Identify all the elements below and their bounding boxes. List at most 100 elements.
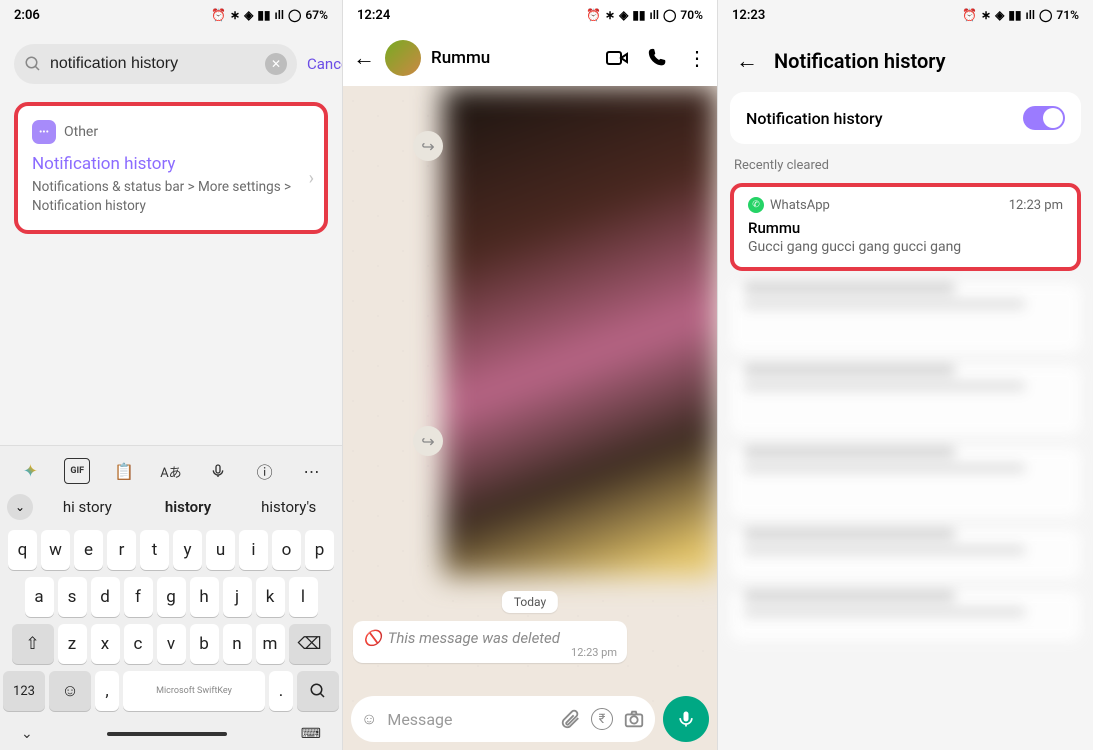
mic-button[interactable]	[663, 696, 709, 742]
status-time: 2:06	[14, 8, 40, 23]
key-r[interactable]: r	[107, 530, 136, 570]
chat-body[interactable]: ↪ ↪ Today 🚫 This message was deleted 12:…	[343, 86, 717, 750]
key-z[interactable]: z	[58, 624, 87, 664]
suggestion-2[interactable]: history	[142, 498, 235, 516]
numbers-key[interactable]: 123	[3, 671, 45, 711]
toggle-switch[interactable]	[1023, 106, 1065, 130]
status-bar: 12:23 ⏰ ∗ ◈ ▮▮ ıll ◯ 71%	[718, 0, 1093, 30]
notification-card-whatsapp[interactable]: ✆ WhatsApp 12:23 pm Rummu Gucci gang guc…	[730, 183, 1081, 271]
key-w[interactable]: w	[41, 530, 70, 570]
key-j[interactable]: j	[223, 577, 252, 617]
bluetooth-icon: ∗	[981, 8, 991, 22]
space-key[interactable]: Microsoft SwiftKey	[123, 671, 265, 711]
clear-search-button[interactable]: ✕	[265, 53, 287, 75]
forward-icon[interactable]: ↪	[413, 426, 443, 456]
status-icons: ⏰ ∗ ◈ ▮▮ ıll ◯ 70%	[586, 8, 703, 22]
signal-icon: ▮▮	[257, 8, 270, 22]
signal2-icon: ıll	[650, 8, 659, 22]
key-l[interactable]: l	[289, 577, 318, 617]
suggestion-1[interactable]: hi story	[41, 498, 134, 516]
notification-title: Rummu	[748, 219, 1063, 237]
back-icon[interactable]: ←	[353, 45, 375, 71]
suggestion-3[interactable]: history's	[242, 498, 335, 516]
key-t[interactable]: t	[140, 530, 169, 570]
comma-key[interactable]: ,	[95, 671, 119, 711]
deleted-message-bubble[interactable]: 🚫 This message was deleted 12:23 pm	[353, 621, 627, 663]
info-icon[interactable]: ⓘ	[252, 458, 278, 484]
bluetooth-icon: ∗	[605, 8, 615, 22]
search-pill[interactable]: ✕	[14, 44, 297, 84]
blurred-image-message	[443, 86, 717, 576]
backspace-key[interactable]: ⌫	[289, 624, 331, 664]
back-icon[interactable]: ←	[736, 48, 758, 74]
key-c[interactable]: c	[124, 624, 153, 664]
toggle-card[interactable]: Notification history	[730, 92, 1081, 144]
keyboard[interactable]: ✦ GIF 📋 Aあ ⓘ ⋯ ⌄ hi story history histor…	[0, 445, 342, 750]
key-d[interactable]: d	[91, 577, 120, 617]
shift-key[interactable]: ⇧	[12, 624, 54, 664]
search-row: ✕ Cancel	[0, 30, 342, 94]
key-n[interactable]: n	[223, 624, 252, 664]
signal-icon: ▮▮	[1008, 8, 1021, 22]
rupee-icon[interactable]: ₹	[591, 708, 613, 730]
key-a[interactable]: a	[25, 577, 54, 617]
search-key[interactable]	[297, 671, 339, 711]
notification-time: 12:23 pm	[1009, 198, 1063, 213]
status-time: 12:23	[732, 8, 765, 23]
result-header: ••• Other	[32, 120, 310, 144]
result-path: Notifications & status bar > More settin…	[32, 178, 310, 216]
clipboard-icon[interactable]: 📋	[111, 458, 137, 484]
deleted-text: This message was deleted	[388, 629, 560, 647]
emoji-key[interactable]: ☺	[49, 671, 91, 711]
chat-input[interactable]: ☺ Message ₹	[351, 696, 655, 742]
nav-pill[interactable]	[107, 732, 227, 736]
key-b[interactable]: b	[190, 624, 219, 664]
camera-icon[interactable]	[623, 708, 645, 730]
key-p[interactable]: p	[305, 530, 334, 570]
nav-caret-icon[interactable]: ⌄	[21, 726, 33, 742]
keyboard-switch-icon[interactable]: ⌨	[301, 726, 321, 742]
key-g[interactable]: g	[157, 577, 186, 617]
key-x[interactable]: x	[91, 624, 120, 664]
key-m[interactable]: m	[256, 624, 285, 664]
mic-icon[interactable]	[205, 458, 231, 484]
key-f[interactable]: f	[124, 577, 153, 617]
key-i[interactable]: i	[239, 530, 268, 570]
battery-percent: 71%	[1056, 8, 1079, 22]
forward-icon[interactable]: ↪	[413, 131, 443, 161]
search-result-notification-history[interactable]: ••• Other Notification history Notificat…	[14, 102, 328, 234]
battery-ring-icon: ◯	[663, 8, 676, 22]
search-input[interactable]	[50, 55, 257, 73]
blurred-notification-card	[730, 283, 1081, 353]
page-body[interactable]: Notification history Recently cleared ✆ …	[718, 82, 1093, 750]
translate-icon[interactable]: Aあ	[158, 458, 184, 484]
key-h[interactable]: h	[190, 577, 219, 617]
chat-contact-name[interactable]: Rummu	[431, 48, 595, 68]
key-q[interactable]: q	[8, 530, 37, 570]
key-s[interactable]: s	[58, 577, 87, 617]
more-icon[interactable]: ⋯	[298, 458, 324, 484]
gif-icon[interactable]: GIF	[64, 458, 90, 484]
result-category: Other	[64, 124, 98, 140]
key-u[interactable]: u	[206, 530, 235, 570]
emoji-icon[interactable]: ☺	[361, 709, 377, 729]
no-entry-icon: 🚫	[363, 629, 382, 647]
key-o[interactable]: o	[272, 530, 301, 570]
key-v[interactable]: v	[157, 624, 186, 664]
key-e[interactable]: e	[74, 530, 103, 570]
avatar[interactable]	[385, 40, 421, 76]
wifi-icon: ◈	[995, 8, 1004, 22]
key-k[interactable]: k	[256, 577, 285, 617]
keyboard-rows: qwertyuiop asdfghjkl ⇧ zxcvbnm⌫ 123 ☺ , …	[3, 530, 339, 711]
period-key[interactable]: .	[269, 671, 293, 711]
toggle-label: Notification history	[746, 109, 1023, 128]
video-call-icon[interactable]	[605, 46, 629, 70]
key-y[interactable]: y	[173, 530, 202, 570]
more-vert-icon[interactable]: ⋮	[687, 46, 707, 70]
attach-icon[interactable]	[559, 708, 581, 730]
chevron-right-icon: ›	[309, 168, 314, 189]
collapse-icon[interactable]: ⌄	[7, 494, 33, 520]
voice-call-icon[interactable]	[647, 47, 669, 69]
copilot-icon[interactable]: ✦	[17, 458, 43, 484]
alarm-icon: ⏰	[211, 8, 226, 22]
